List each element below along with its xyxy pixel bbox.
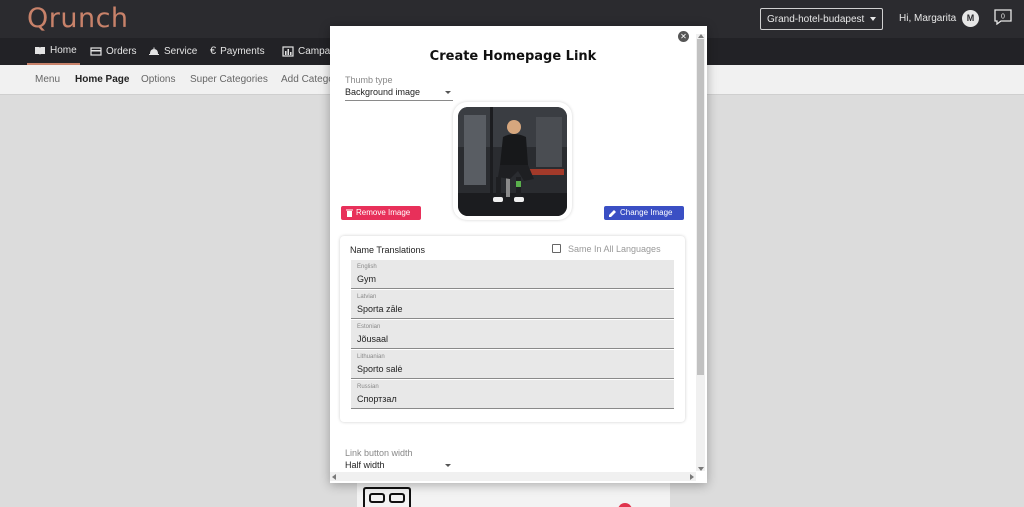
thumbnail-frame [453, 102, 572, 220]
nav-home[interactable]: Home [27, 38, 80, 65]
nav-payments-label: Payments [220, 46, 265, 57]
nav-service-label: Service [164, 46, 198, 57]
scroll-right-icon[interactable] [690, 474, 694, 480]
chart-icon [282, 46, 294, 57]
field-label: Estonian [357, 324, 381, 330]
translation-field-english[interactable]: English Gym [351, 260, 674, 289]
nav-service[interactable]: Service [148, 38, 197, 65]
horizontal-scrollbar[interactable] [330, 472, 696, 481]
field-value: Gym [357, 274, 376, 284]
translation-field-latvian[interactable]: Latvian Sporta zāle [351, 290, 674, 319]
modal-title: Create Homepage Link [429, 49, 597, 64]
field-label: English [357, 264, 377, 270]
hotel-select[interactable]: Grand-hotel-budapest [760, 8, 883, 30]
subnav-add-category[interactable]: Add Catego [281, 74, 334, 85]
link-width-label: Link button width [345, 448, 413, 458]
chevron-down-icon [870, 17, 876, 21]
remove-image-button[interactable]: Remove Image [341, 206, 421, 220]
translation-field-estonian[interactable]: Estonian Jõusaal [351, 320, 674, 349]
link-width-value: Half width [345, 460, 385, 470]
avatar[interactable]: M [962, 10, 979, 27]
scrollbar-thumb[interactable] [697, 39, 704, 375]
euro-icon: € [210, 45, 217, 57]
nav-orders[interactable]: Orders [90, 38, 137, 65]
translations-title: Name Translations [350, 245, 426, 255]
nav-payments[interactable]: € Payments [210, 38, 265, 65]
app-logo[interactable]: Qrunch [27, 3, 129, 34]
thumb-type-select[interactable]: Background image [345, 87, 453, 101]
chat-count: 0 [1001, 14, 1005, 21]
hotel-select-value: Grand-hotel-budapest [767, 14, 865, 25]
create-link-modal: ✕ Create Homepage Link Thumb type Backgr… [330, 26, 707, 483]
subnav-menu[interactable]: Menu [35, 74, 60, 85]
pencil-icon [609, 210, 616, 217]
translation-field-lithuanian[interactable]: Lithuanian Sporto salė [351, 350, 674, 379]
name-translations-card: Name Translations Same In All Languages … [340, 236, 685, 422]
translation-field-russian[interactable]: Russian Спортзал [351, 380, 674, 409]
field-label: Lithuanian [357, 354, 385, 360]
thumbnail-image [458, 107, 567, 216]
same-all-languages-label: Same In All Languages [568, 244, 661, 254]
nav-campaigns-label: Campa [298, 46, 331, 57]
remove-image-label: Remove Image [356, 208, 411, 217]
chevron-down-icon [445, 91, 451, 94]
field-value: Sporta zāle [357, 304, 403, 314]
field-value: Sporto salė [357, 364, 403, 374]
same-all-languages-checkbox[interactable] [552, 244, 561, 253]
chevron-down-icon [445, 464, 451, 467]
subnav-options[interactable]: Options [141, 74, 175, 85]
nav-home-label: Home [50, 45, 77, 56]
field-value: Jõusaal [357, 334, 389, 344]
change-image-label: Change Image [620, 208, 673, 217]
thumb-type-label: Thumb type [345, 75, 393, 85]
close-icon[interactable]: ✕ [678, 31, 689, 42]
user-greeting: Hi, Margarita [899, 13, 957, 24]
subnav-home-page[interactable]: Home Page [75, 74, 129, 85]
chat-icon[interactable]: 0 [994, 9, 1012, 25]
trash-icon [346, 209, 353, 217]
card-icon [90, 47, 102, 56]
field-value: Спортзал [357, 394, 397, 404]
scroll-left-icon[interactable] [332, 474, 336, 480]
scroll-up-icon[interactable] [698, 34, 704, 38]
book-icon [35, 47, 45, 55]
field-label: Russian [357, 384, 379, 390]
change-image-button[interactable]: Change Image [604, 206, 684, 220]
field-label: Latvian [357, 294, 377, 300]
thumb-type-value: Background image [345, 87, 421, 97]
subnav-super-categories[interactable]: Super Categories [190, 74, 268, 85]
nav-orders-label: Orders [106, 46, 137, 57]
bell-icon [149, 47, 159, 55]
nav-campaigns[interactable]: Campa [282, 38, 330, 65]
vertical-scrollbar[interactable] [696, 34, 705, 471]
bed-icon [363, 487, 411, 507]
scroll-down-icon[interactable] [698, 467, 704, 471]
